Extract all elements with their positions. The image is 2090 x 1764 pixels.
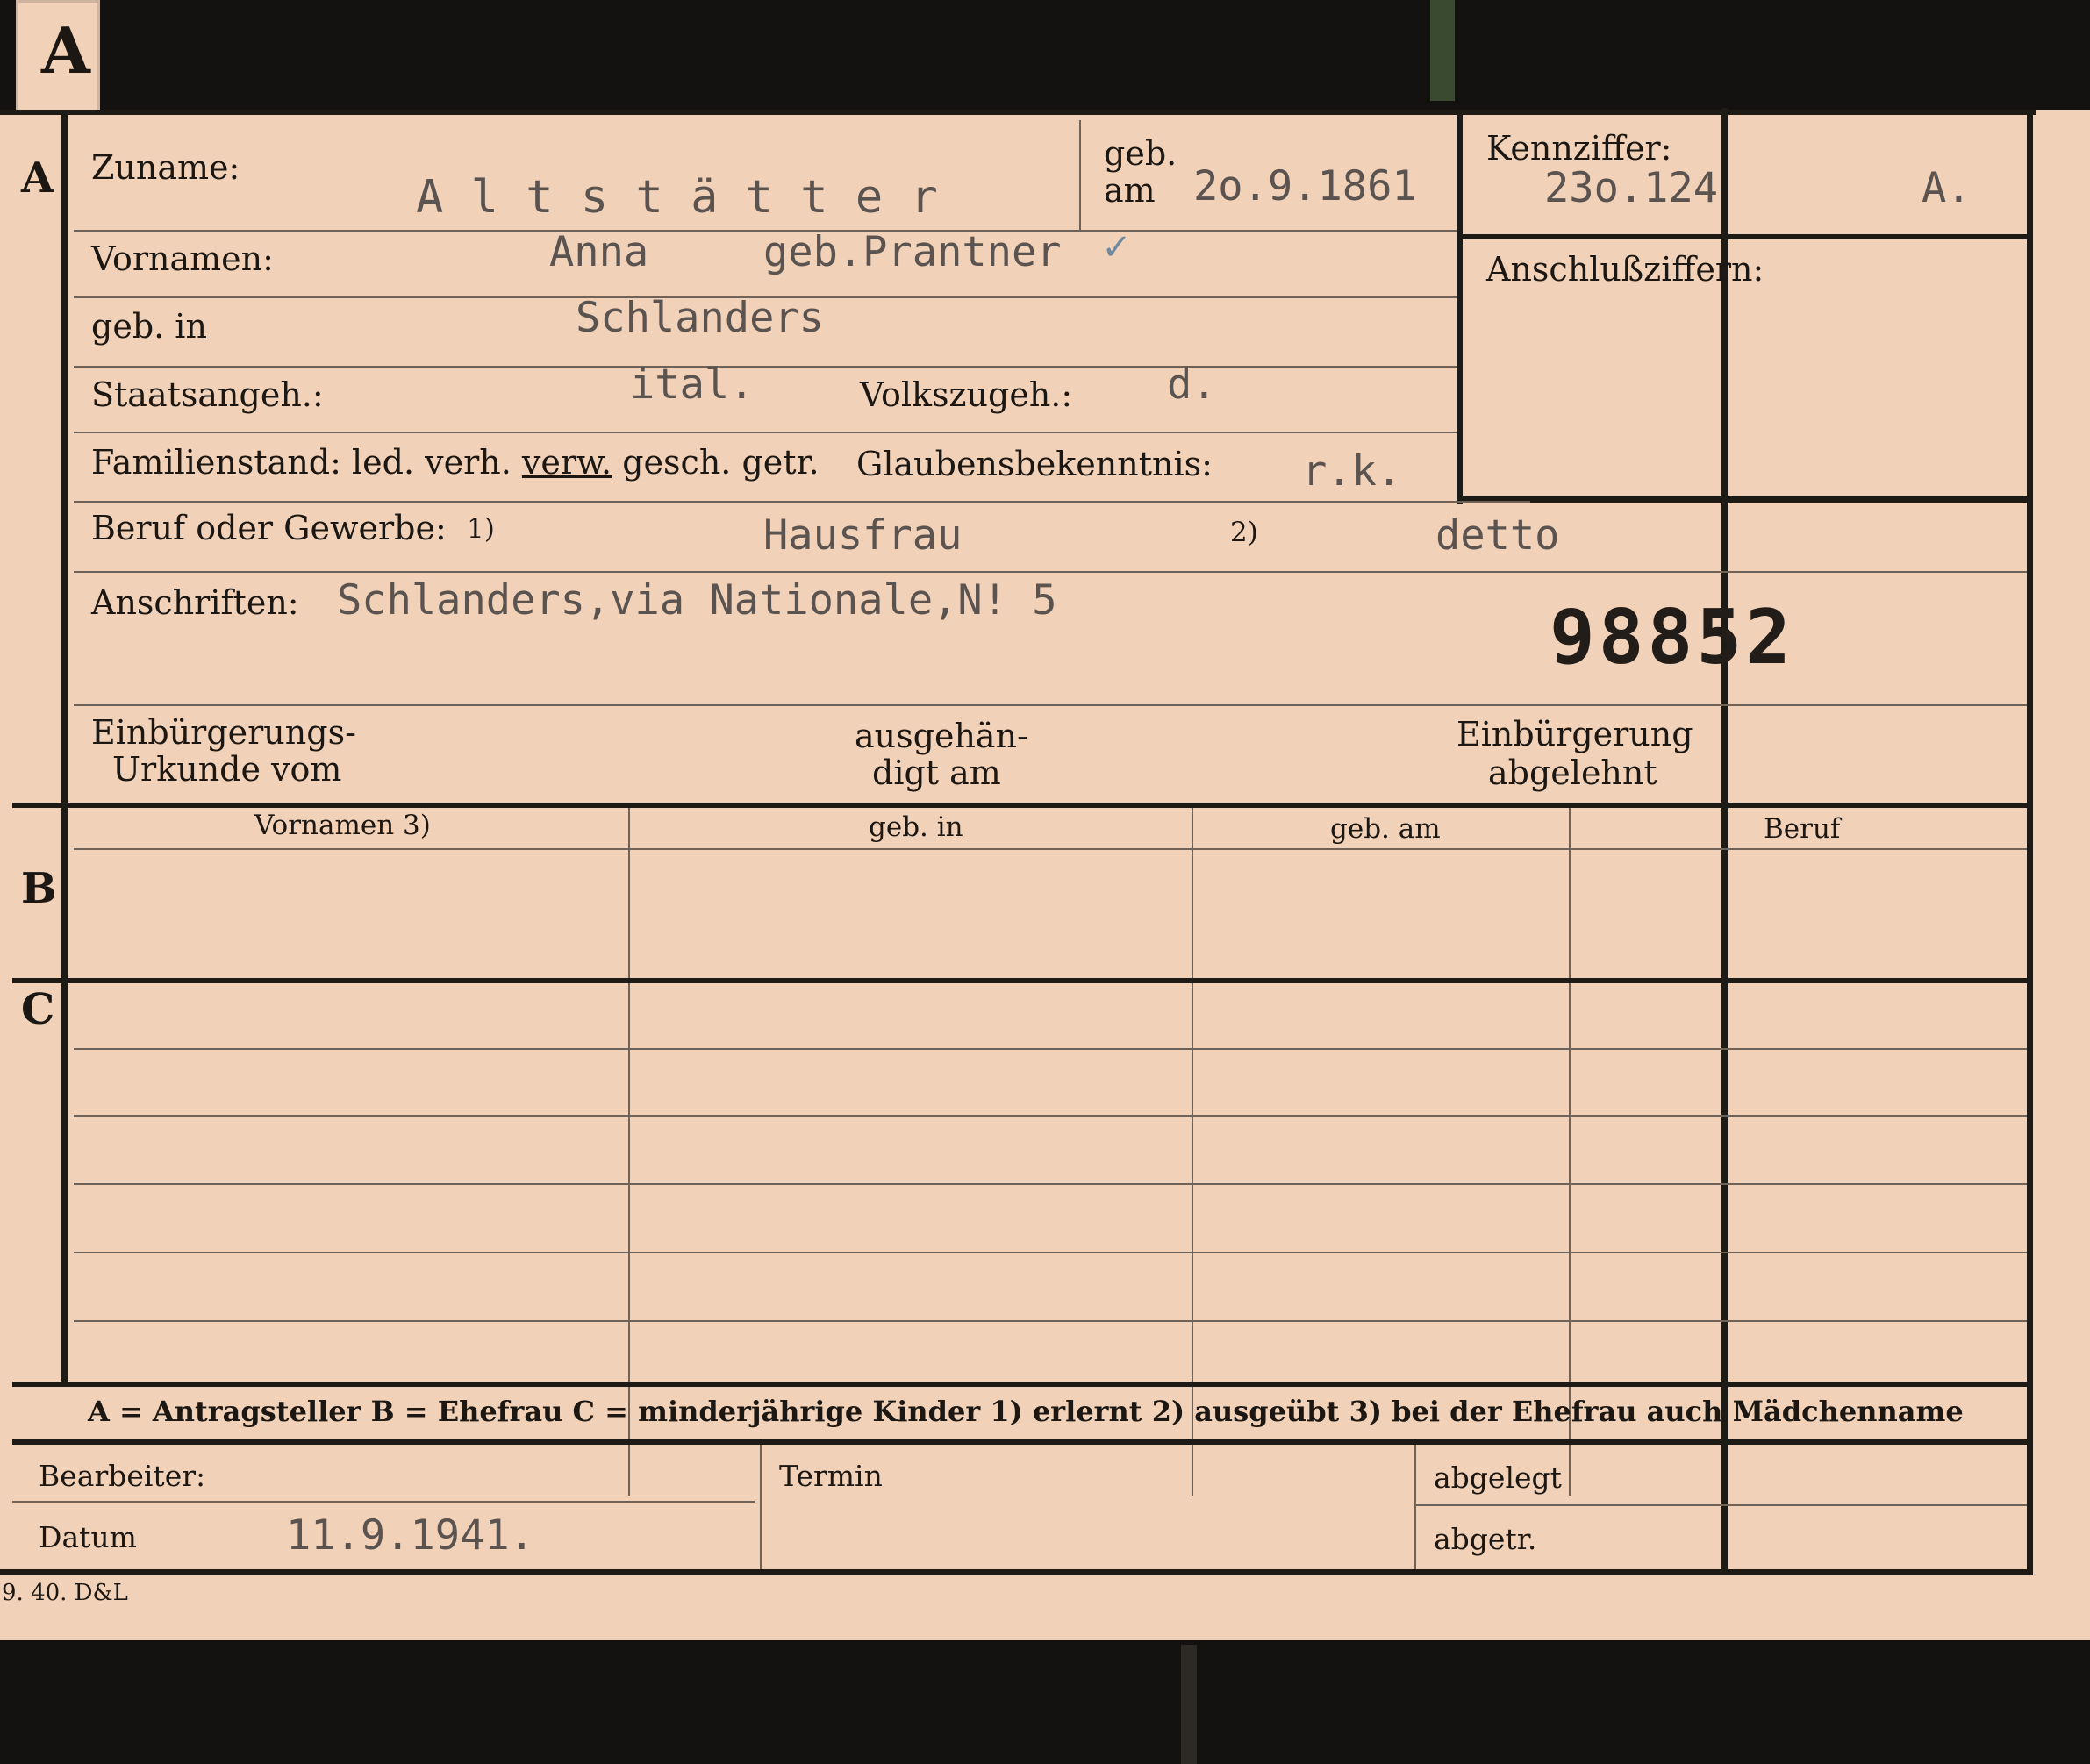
gebin-value: Schlanders <box>576 294 824 342</box>
row-rule-7 <box>74 704 2027 706</box>
col-divider-3 <box>1569 808 1571 1496</box>
anschrift-value: Schlanders,via Nationale,N! 5 <box>337 576 1057 625</box>
volk-label: Volkszugeh.: <box>860 375 1073 414</box>
geb-label-1: geb. <box>1104 134 1177 173</box>
row-rule-4 <box>74 432 1457 433</box>
kennziffer-suffix: A. <box>1922 164 1972 212</box>
beruf-value-2: detto <box>1435 511 1560 560</box>
geb-divider <box>1079 120 1081 230</box>
bearbeiter-rule <box>12 1501 755 1503</box>
ausg-label-1: ausgehän- <box>855 717 1028 755</box>
print-code: 9. 40. D&L <box>2 1580 128 1606</box>
card-bottom-rule <box>0 1569 2033 1575</box>
legend-top-rule <box>12 1382 2032 1387</box>
registration-card: A Zuname: A l t s t ä t t e r geb. am 2o… <box>0 108 2090 1640</box>
famstand-options: Familienstand: led. verh. <box>91 443 512 482</box>
background-mark <box>1181 1645 1197 1764</box>
legend: A = Antragsteller B = Ehefrau C = minder… <box>88 1395 1964 1428</box>
ausg-label-2: digt am <box>872 753 1001 792</box>
abgelegt-rule <box>1414 1504 2027 1506</box>
beruf-label: Beruf oder Gewerbe: <box>91 509 447 547</box>
zuname-value: A l t s t ä t t e r <box>416 171 938 224</box>
tab-letter: A <box>41 13 90 88</box>
table-header-rule <box>74 848 2027 850</box>
anschluss-label: Anschlußziffern: <box>1486 250 1764 289</box>
beruf-note-1: 1) <box>467 513 495 545</box>
section-b-top-rule <box>12 803 2032 808</box>
abgel-label-1: Einbürgerung <box>1457 715 1693 753</box>
section-b-label: B <box>21 864 57 913</box>
section-c-top-rule <box>12 978 2032 983</box>
glauben-label: Glaubensbekenntnis: <box>856 445 1213 483</box>
abgetr-label: abgetr. <box>1434 1522 1537 1556</box>
card-top-rule <box>0 110 2036 115</box>
check-mark: ✓ <box>1104 222 1129 270</box>
register-number: 98852 <box>1550 594 1794 682</box>
famstand-label: Familienstand: led. verh. verw. gesch. g… <box>91 443 820 482</box>
famstand-marked: verw. <box>521 443 612 482</box>
datum-value: 11.9.1941. <box>286 1511 534 1560</box>
section-divider <box>61 110 68 1382</box>
footer-top-rule <box>12 1439 2032 1445</box>
section-a-label: A <box>21 154 54 203</box>
col-header-gebin: geb. in <box>869 811 963 843</box>
row-rule-5 <box>74 501 1530 503</box>
col-header-gebam: geb. am <box>1330 813 1441 845</box>
glauben-value: r.k. <box>1302 447 1402 496</box>
bearbeiter-label: Bearbeiter: <box>39 1459 206 1493</box>
row-rule-6 <box>74 571 2027 573</box>
anschluss-box-bottom <box>1457 496 2032 503</box>
col-header-beruf: Beruf <box>1764 813 1841 845</box>
abgelegt-label: abgelegt <box>1434 1460 1562 1495</box>
vornamen-label: Vornamen: <box>91 239 274 278</box>
card-top-edge <box>1721 108 1728 1575</box>
col-divider-2 <box>1192 808 1193 1496</box>
staat-label: Staatsangeh.: <box>91 375 324 414</box>
volk-value: d. <box>1167 361 1217 409</box>
einb-label-1: Einbürgerungs- <box>91 713 356 752</box>
termin-label: Termin <box>779 1459 883 1493</box>
abgel-label-2: abgelehnt <box>1488 753 1657 792</box>
beruf-value-1: Hausfrau <box>763 511 963 560</box>
abgelegt-divider <box>1414 1445 1416 1569</box>
zuname-label: Zuname: <box>91 148 240 187</box>
row-rule-3 <box>74 366 1457 368</box>
c-row-rule-4 <box>74 1252 2027 1253</box>
famstand-rest: gesch. getr. <box>622 443 820 482</box>
einb-label-2: Urkunde vom <box>112 750 342 789</box>
vornamen-value: Anna <box>549 228 649 276</box>
beruf-note-2: 2) <box>1230 517 1258 548</box>
c-row-rule-5 <box>74 1320 2027 1322</box>
index-tab: A <box>16 0 100 110</box>
geb-value: 2o.9.1861 <box>1193 162 1417 211</box>
gebin-label: geb. in <box>91 307 207 346</box>
datum-label: Datum <box>39 1520 137 1554</box>
section-c-label: C <box>21 985 55 1034</box>
c-row-rule-3 <box>74 1183 2027 1185</box>
kennziffer-label: Kennziffer: <box>1486 129 1672 168</box>
c-row-rule-2 <box>74 1115 2027 1117</box>
c-row-rule-1 <box>74 1048 2027 1050</box>
kennziffer-box-left <box>1457 110 1463 504</box>
card-right-rule <box>2027 110 2033 1575</box>
background-clip <box>1430 0 1455 101</box>
geb-label-2: am <box>1104 171 1156 210</box>
staat-value: ital. <box>630 361 755 409</box>
col-divider-1 <box>628 808 630 1496</box>
col-header-vornamen: Vornamen 3) <box>254 810 431 841</box>
termin-divider <box>760 1445 762 1569</box>
kennziffer-box-rule <box>1457 234 2032 239</box>
kennziffer-value: 23o.124 <box>1544 164 1719 212</box>
anschrift-label: Anschriften: <box>91 583 299 622</box>
vornamen-maiden: geb.Prantner <box>763 228 1062 276</box>
